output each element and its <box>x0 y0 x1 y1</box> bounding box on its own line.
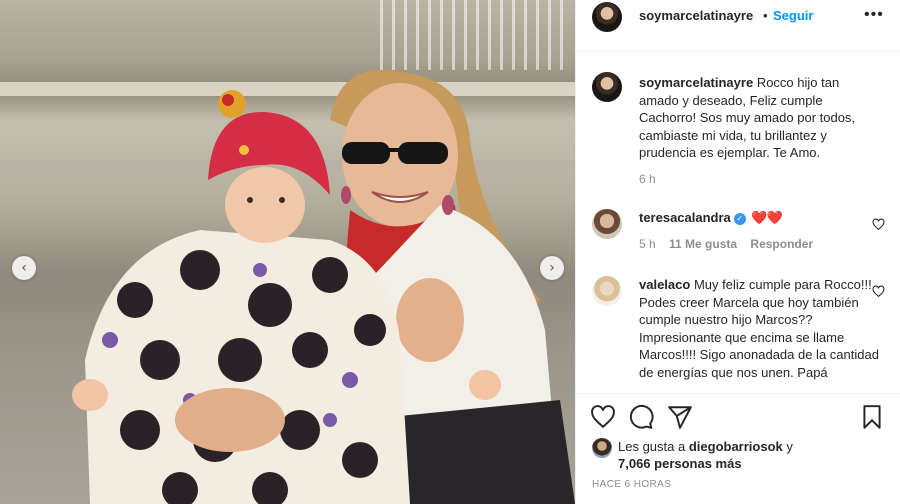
likes-count-link[interactable]: 7,066 personas más <box>618 456 742 471</box>
username-link[interactable]: soymarcelatinayre <box>639 8 753 23</box>
post-photo[interactable]: ‹ › <box>0 0 575 504</box>
caption-text: soymarcelatinayre Rocco hijo tan amado y… <box>639 74 879 162</box>
comment: teresacalandra ✓ ❤️❤️ 5 h 11 Me gusta Res… <box>576 209 900 259</box>
comment: valelaco Muy feliz cumple para Rocco!!! … <box>576 276 900 393</box>
comment-text: teresacalandra ✓ ❤️❤️ <box>639 209 879 228</box>
bookmark-icon[interactable] <box>859 404 885 430</box>
caption-username[interactable]: soymarcelatinayre <box>639 75 753 90</box>
caption-meta: 6 h <box>639 172 666 186</box>
heart-icon[interactable] <box>590 404 616 430</box>
likes-count-line: 7,066 personas más <box>618 455 742 473</box>
avatar[interactable] <box>592 2 622 32</box>
avatar[interactable] <box>592 438 612 458</box>
caption-age[interactable]: 6 h <box>639 172 656 186</box>
heart-icon[interactable] <box>872 285 885 298</box>
heart-icon[interactable] <box>872 218 885 231</box>
comment-body: Muy feliz cumple para Rocco!!! Podes cre… <box>639 277 879 380</box>
comment-icon[interactable] <box>628 404 654 430</box>
comment-username[interactable]: teresacalandra <box>639 210 731 225</box>
more-options-icon[interactable]: ••• <box>864 6 884 24</box>
chevron-right-icon[interactable]: › <box>540 256 564 280</box>
avatar[interactable] <box>592 276 622 306</box>
comment-text: valelaco Muy feliz cumple para Rocco!!! … <box>639 276 879 381</box>
comment-meta: 5 h 11 Me gusta Responder <box>639 237 823 251</box>
share-icon[interactable] <box>667 404 693 430</box>
comment-username[interactable]: valelaco <box>639 277 690 292</box>
likes-suffix: y <box>786 439 793 454</box>
photo-scene <box>72 70 575 504</box>
likes-line: Les gusta a diegobarriosok y <box>618 438 793 456</box>
verified-badge-icon: ✓ <box>733 212 746 225</box>
post-sidebar: soymarcelatinayre • Seguir ••• soymarcel… <box>575 0 900 504</box>
comment-age[interactable]: 5 h <box>639 237 656 251</box>
likes-user-link[interactable]: diegobarriosok <box>689 439 783 454</box>
comment-body: ❤️❤️ <box>751 211 782 226</box>
post-header: soymarcelatinayre • Seguir ••• <box>576 0 900 52</box>
post-timestamp[interactable]: HACE 6 HORAS <box>592 479 671 490</box>
action-bar: Les gusta a diegobarriosok y 7,066 perso… <box>576 393 900 504</box>
caption: soymarcelatinayre Rocco hijo tan amado y… <box>576 72 900 192</box>
avatar[interactable] <box>592 72 622 102</box>
chevron-left-icon[interactable]: ‹ <box>12 256 36 280</box>
likes-prefix: Les gusta a <box>618 439 686 454</box>
avatar[interactable] <box>592 209 622 239</box>
follow-button[interactable]: Seguir <box>773 8 813 23</box>
comments-list[interactable]: soymarcelatinayre Rocco hijo tan amado y… <box>576 52 900 393</box>
separator-dot: • <box>763 8 768 23</box>
reply-button[interactable]: Responder <box>750 237 813 251</box>
comment-likes[interactable]: 11 Me gusta <box>669 237 737 251</box>
